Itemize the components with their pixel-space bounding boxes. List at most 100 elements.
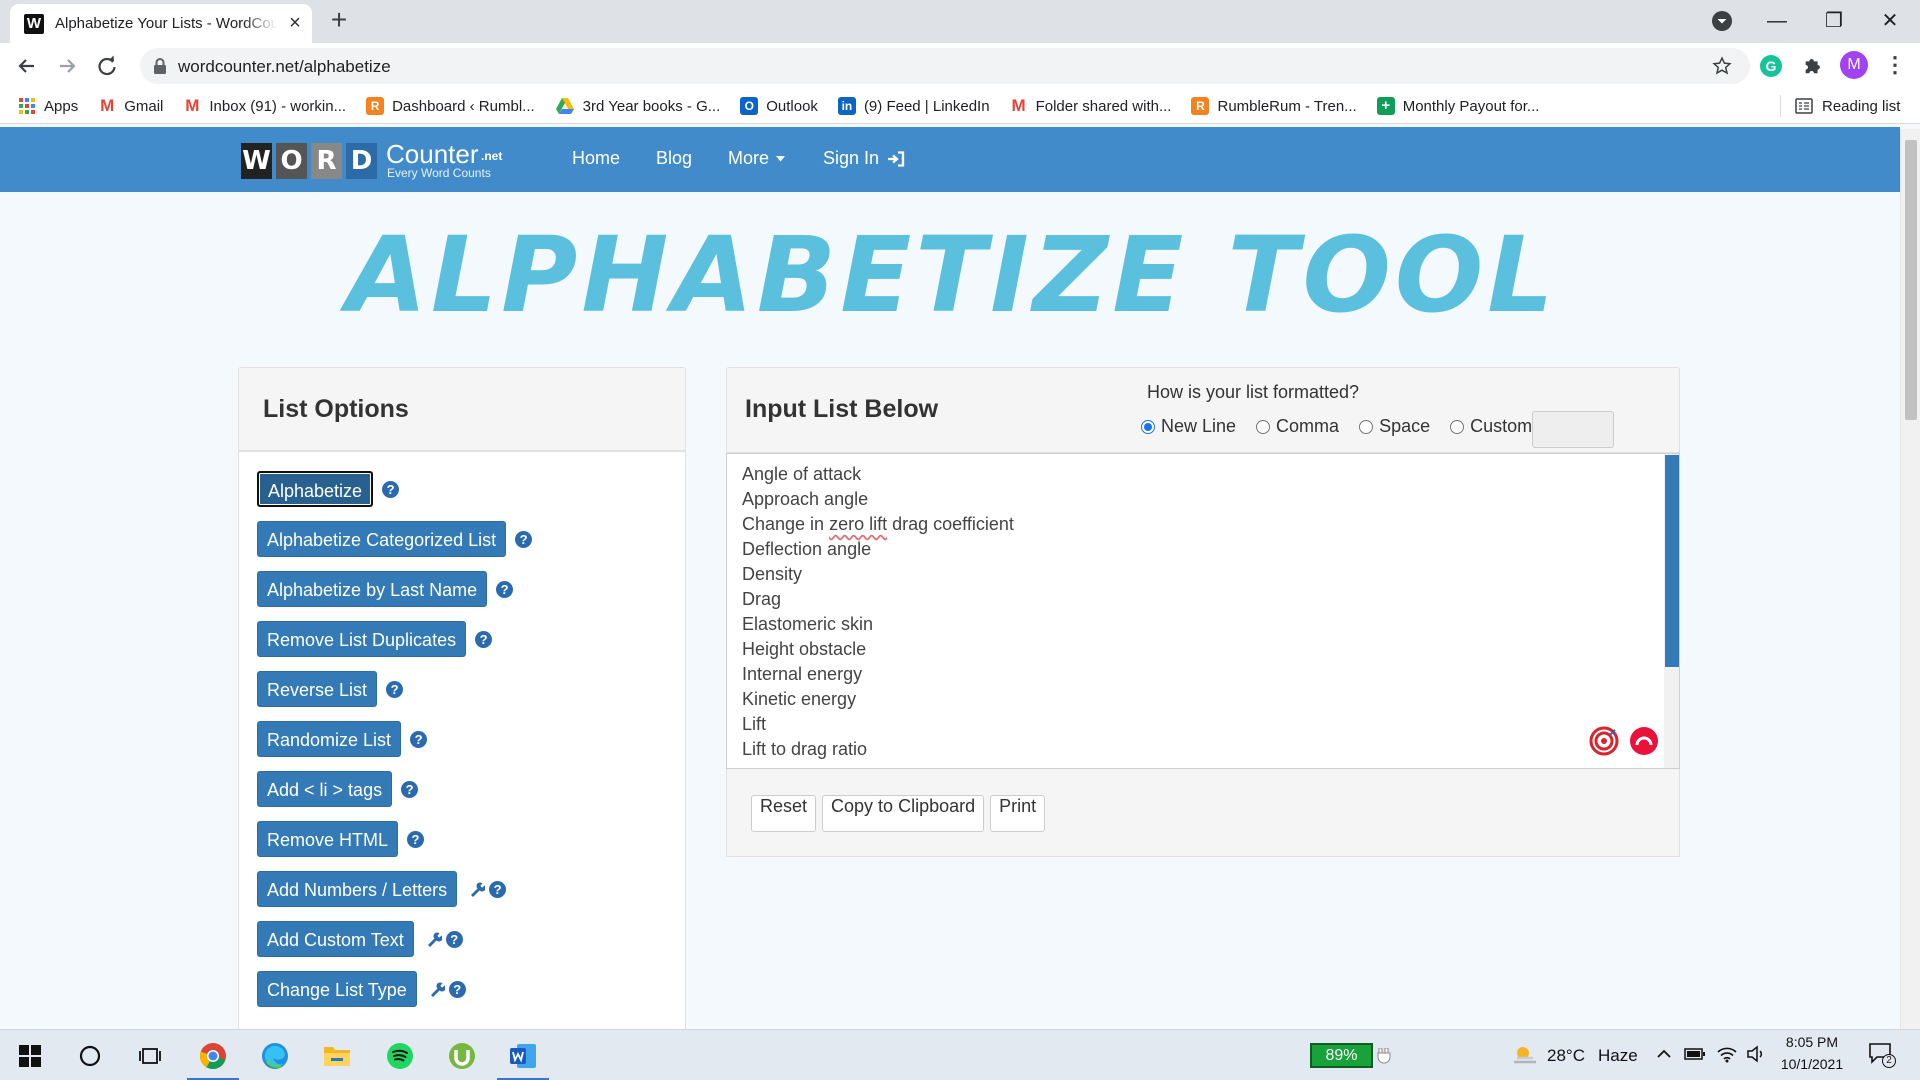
nav-sign-in[interactable]: Sign In: [823, 148, 905, 169]
battery-percentage[interactable]: 89%: [1310, 1043, 1373, 1068]
remove-duplicates-button[interactable]: Remove List Duplicates: [257, 621, 467, 657]
logo-letter-r: R: [311, 143, 342, 179]
utorrent-icon: [448, 1042, 476, 1070]
list-textarea[interactable]: Angle of attack Approach angle Change in…: [726, 453, 1680, 769]
speaker-icon[interactable]: [1746, 1045, 1766, 1063]
format-comma[interactable]: Comma: [1256, 416, 1339, 437]
new-tab-button[interactable]: +: [326, 6, 352, 36]
notification-center-button[interactable]: 2: [1868, 1042, 1898, 1070]
browser-menu-icon[interactable]: ⋮: [1884, 53, 1906, 79]
radio-new-line[interactable]: [1141, 419, 1155, 434]
taskbar-word[interactable]: [493, 1030, 553, 1080]
copy-to-clipboard-button[interactable]: Copy to Clipboard: [822, 795, 985, 832]
battery-icon[interactable]: [1684, 1047, 1706, 1061]
task-view-button[interactable]: [120, 1030, 180, 1080]
nav-blog[interactable]: Blog: [656, 148, 692, 169]
clock-time[interactable]: 8:05 PM: [1782, 1034, 1842, 1050]
add-li-tags-button[interactable]: Add < li > tags: [257, 771, 393, 807]
wordcounter-logo[interactable]: W O R D Counter .net Every Word Counts: [241, 139, 521, 181]
reading-list-button[interactable]: Reading list: [1795, 88, 1900, 124]
change-list-type-button[interactable]: Change List Type: [257, 971, 417, 1007]
help-icon[interactable]: ?: [382, 480, 400, 498]
list-line: Height obstacle: [742, 639, 867, 659]
weather-icon[interactable]: [1510, 1043, 1540, 1067]
wrench-icon[interactable]: [426, 931, 442, 947]
nav-home[interactable]: Home: [572, 148, 620, 169]
bookmark-gmail[interactable]: M Gmail: [98, 97, 163, 115]
show-hidden-icons-chevron-icon[interactable]: [1656, 1048, 1672, 1060]
search-button[interactable]: [60, 1030, 120, 1080]
extensions-puzzle-icon[interactable]: [1802, 54, 1824, 76]
help-icon[interactable]: ?: [515, 530, 533, 548]
page-scrollbar-thumb[interactable]: [1905, 140, 1917, 420]
bookmark-monthly-payout[interactable]: + Monthly Payout for...: [1376, 97, 1539, 115]
format-custom[interactable]: Custom: [1450, 416, 1532, 437]
bookmark-linkedin[interactable]: in (9) Feed | LinkedIn: [837, 97, 990, 115]
bookmark-rumblerum[interactable]: R RumbleRum - Tren...: [1191, 97, 1357, 115]
alphabetize-categorized-button[interactable]: Alphabetize Categorized List: [257, 521, 507, 557]
taskbar-spotify[interactable]: [370, 1030, 430, 1080]
close-window-button[interactable]: ✕: [1872, 6, 1908, 36]
lock-icon[interactable]: [153, 58, 167, 74]
clock-date[interactable]: 10/1/2021: [1776, 1056, 1848, 1072]
weather-condition[interactable]: Haze: [1598, 1046, 1638, 1066]
page-scrollbar[interactable]: [1900, 129, 1920, 1029]
reload-icon[interactable]: [92, 51, 122, 81]
browser-tab[interactable]: W Alphabetize Your Lists - WordCou ×: [10, 4, 312, 43]
list-scrollbar[interactable]: [1664, 454, 1679, 768]
format-space[interactable]: Space: [1359, 416, 1430, 437]
restore-button[interactable]: ❐: [1816, 6, 1852, 36]
remove-html-button[interactable]: Remove HTML: [257, 821, 399, 857]
start-button[interactable]: [0, 1030, 60, 1080]
taskbar-chrome[interactable]: [183, 1030, 243, 1080]
tab-close-icon[interactable]: ×: [285, 13, 305, 34]
help-icon[interactable]: ?: [489, 880, 507, 898]
target-extension-icon[interactable]: [1589, 726, 1619, 756]
help-icon[interactable]: ?: [496, 580, 514, 598]
tab-search-icon[interactable]: [1710, 9, 1734, 33]
forward-arrow-icon[interactable]: [52, 51, 82, 81]
bookmark-folder-shared[interactable]: M Folder shared with...: [1010, 97, 1171, 115]
alphabetize-button[interactable]: Alphabetize: [257, 471, 374, 507]
format-new-line[interactable]: New Line: [1141, 416, 1236, 437]
taskbar-file-explorer[interactable]: [307, 1030, 367, 1080]
help-icon[interactable]: ?: [475, 630, 493, 648]
bookmark-inbox[interactable]: M Inbox (91) - workin...: [183, 97, 346, 115]
help-icon[interactable]: ?: [407, 830, 425, 848]
wifi-icon[interactable]: [1716, 1045, 1738, 1063]
bookmark-3rd-year-books[interactable]: 3rd Year books - G...: [555, 97, 720, 115]
taskbar-utorrent[interactable]: [432, 1030, 492, 1080]
back-arrow-icon[interactable]: [12, 51, 42, 81]
help-icon[interactable]: ?: [401, 780, 419, 798]
list-scrollbar-thumb[interactable]: [1665, 455, 1679, 667]
grammarly-extension-icon[interactable]: G: [1760, 55, 1782, 77]
reverse-list-button[interactable]: Reverse List: [257, 671, 378, 707]
bookmark-dashboard-rumble[interactable]: R Dashboard ‹ Rumbl...: [366, 97, 535, 115]
add-custom-text-button[interactable]: Add Custom Text: [257, 921, 414, 957]
weather-temperature[interactable]: 28°C: [1547, 1046, 1585, 1066]
wrench-icon[interactable]: [429, 981, 445, 997]
radio-space[interactable]: [1359, 419, 1374, 434]
taskbar-edge[interactable]: [245, 1030, 305, 1080]
radio-custom[interactable]: [1450, 419, 1465, 434]
randomize-list-button[interactable]: Randomize List: [257, 721, 402, 757]
help-icon[interactable]: ?: [410, 730, 428, 748]
bookmark-apps[interactable]: Apps: [18, 97, 78, 115]
alphabetize-last-name-button[interactable]: Alphabetize by Last Name: [257, 571, 488, 607]
bookmark-star-icon[interactable]: [1712, 56, 1732, 76]
reset-button[interactable]: Reset: [751, 795, 817, 832]
custom-delimiter-input[interactable]: [1532, 411, 1614, 448]
radio-comma[interactable]: [1256, 419, 1271, 434]
bookmark-outlook[interactable]: O Outlook: [740, 97, 818, 115]
grammar-extension-icon[interactable]: [1629, 726, 1659, 756]
address-bar[interactable]: wordcounter.net/alphabetize: [140, 48, 1750, 84]
wrench-icon[interactable]: [469, 881, 486, 897]
profile-avatar[interactable]: M: [1840, 51, 1868, 79]
help-icon[interactable]: ?: [448, 980, 466, 998]
print-button[interactable]: Print: [990, 795, 1046, 832]
help-icon[interactable]: ?: [386, 680, 404, 698]
nav-more[interactable]: More: [728, 148, 786, 169]
minimize-button[interactable]: —: [1759, 6, 1795, 36]
add-numbers-letters-button[interactable]: Add Numbers / Letters: [257, 871, 458, 907]
help-icon[interactable]: ?: [445, 930, 463, 948]
